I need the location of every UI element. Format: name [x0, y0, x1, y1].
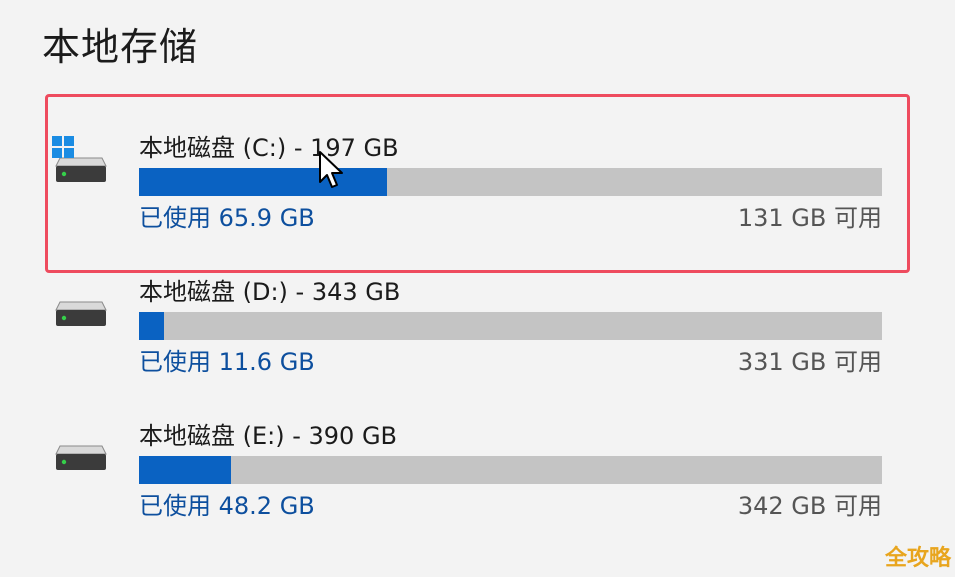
used-space-label: 已使用 11.6 GB	[139, 348, 315, 376]
usage-bar	[139, 168, 882, 196]
usage-bar-fill	[139, 456, 232, 484]
hard-drive-icon	[55, 445, 107, 470]
free-space-label: 131 GB 可用	[737, 204, 882, 232]
drive-item-c[interactable]: 本地磁盘 (C:) - 197 GB 已使用 65.9 GB 131 GB 可用	[0, 132, 955, 252]
drive-item-e[interactable]: 本地磁盘 (E:) - 390 GB 已使用 48.2 GB 342 GB 可用	[0, 420, 955, 540]
used-space-label: 已使用 65.9 GB	[139, 204, 315, 232]
free-space-label: 342 GB 可用	[737, 492, 882, 520]
drive-item-d[interactable]: 本地磁盘 (D:) - 343 GB 已使用 11.6 GB 331 GB 可用	[0, 276, 955, 396]
page-title: 本地存储	[42, 25, 199, 69]
drive-name: 本地磁盘 (C:) - 197 GB	[139, 134, 399, 162]
watermark-logo: 全攻略	[884, 546, 951, 571]
usage-bar	[139, 312, 882, 340]
drive-name: 本地磁盘 (D:) - 343 GB	[139, 278, 401, 306]
used-space-label: 已使用 48.2 GB	[139, 492, 315, 520]
hard-drive-icon	[55, 301, 107, 326]
usage-bar	[139, 456, 882, 484]
windows-logo-icon	[52, 136, 74, 158]
free-space-label: 331 GB 可用	[737, 348, 882, 376]
usage-bar-fill	[139, 312, 165, 340]
drive-name: 本地磁盘 (E:) - 390 GB	[139, 422, 398, 450]
usage-bar-fill	[139, 168, 388, 196]
